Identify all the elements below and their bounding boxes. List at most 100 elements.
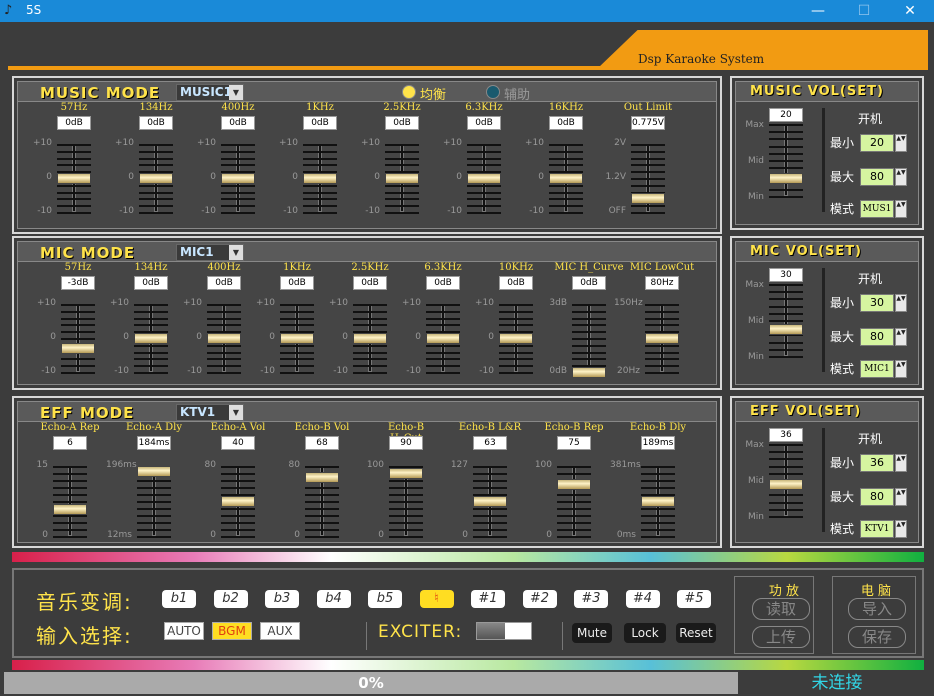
min-stepper[interactable]: 30 ▲▼	[860, 294, 908, 312]
fader-thumb[interactable]	[221, 173, 255, 184]
mode-stepper[interactable]: KTV1 ▲▼	[860, 520, 908, 538]
amp-read-button[interactable]: 读取	[752, 598, 810, 620]
input-select-button[interactable]: AUX	[260, 622, 300, 640]
fader-thumb[interactable]	[473, 496, 507, 507]
vol-fader-thumb[interactable]	[769, 173, 803, 184]
max-stepper[interactable]: 80 ▲▼	[860, 488, 908, 506]
maximize-button[interactable]: ☐	[844, 0, 884, 22]
stepper-arrows-icon[interactable]: ▲▼	[895, 294, 907, 312]
mode-stepper[interactable]: MUS1 ▲▼	[860, 200, 908, 218]
fader-thumb[interactable]	[353, 333, 387, 344]
fader-thumb[interactable]	[645, 333, 679, 344]
channel-value[interactable]: 0dB	[549, 116, 583, 130]
key-shift-button[interactable]: #5	[677, 590, 711, 608]
fader-thumb[interactable]	[549, 173, 583, 184]
channel-value[interactable]: 0dB	[207, 276, 241, 290]
key-shift-button[interactable]: ♮	[419, 590, 454, 608]
channel-value[interactable]: 40	[221, 436, 255, 450]
key-shift-button[interactable]: b4	[316, 590, 351, 608]
mode-value[interactable]: MIC1	[860, 360, 894, 378]
channel-value[interactable]: 0dB	[353, 276, 387, 290]
channel-value[interactable]: 184ms	[137, 436, 171, 450]
fader-thumb[interactable]	[57, 173, 91, 184]
channel-value[interactable]: 0.775V	[631, 116, 665, 130]
fader-thumb[interactable]	[61, 343, 95, 355]
fader-thumb[interactable]	[499, 333, 533, 344]
channel-value[interactable]: 0dB	[280, 276, 314, 290]
channel-value[interactable]: 189ms	[641, 436, 675, 450]
fader-thumb[interactable]	[572, 367, 606, 378]
stepper-arrows-icon[interactable]: ▲▼	[895, 454, 907, 472]
channel-value[interactable]: 75	[557, 436, 591, 450]
channel-value[interactable]: 0dB	[572, 276, 606, 290]
fader-thumb[interactable]	[305, 471, 339, 483]
vol-value[interactable]: 36	[769, 428, 803, 442]
vol-fader-thumb[interactable]	[769, 324, 803, 336]
mode-stepper[interactable]: MIC1 ▲▼	[860, 360, 908, 378]
fader-thumb[interactable]	[53, 504, 87, 516]
max-value[interactable]: 80	[860, 168, 894, 186]
channel-value[interactable]: 68	[305, 436, 339, 450]
reset-button[interactable]: Reset	[676, 623, 716, 643]
channel-value[interactable]: 0dB	[139, 116, 173, 130]
pc-import-button[interactable]: 导入	[848, 598, 906, 620]
fader-thumb[interactable]	[389, 468, 423, 479]
channel-value[interactable]: 63	[473, 436, 507, 450]
fader-thumb[interactable]	[631, 193, 665, 205]
radio-eq[interactable]	[402, 85, 416, 99]
vol-value[interactable]: 20	[769, 108, 803, 122]
stepper-arrows-icon[interactable]: ▲▼	[895, 520, 907, 538]
key-shift-button[interactable]: #1	[471, 590, 505, 608]
min-value[interactable]: 36	[860, 454, 894, 472]
stepper-arrows-icon[interactable]: ▲▼	[895, 168, 907, 186]
mode-value[interactable]: MUS1	[860, 200, 894, 218]
key-shift-button[interactable]: b2	[213, 590, 248, 608]
fader-thumb[interactable]	[303, 173, 337, 184]
max-stepper[interactable]: 80 ▲▼	[860, 328, 908, 346]
min-stepper[interactable]: 20 ▲▼	[860, 134, 908, 152]
key-shift-button[interactable]: #3	[574, 590, 608, 608]
stepper-arrows-icon[interactable]: ▲▼	[895, 134, 907, 152]
key-shift-button[interactable]: b3	[265, 590, 299, 608]
input-select-button[interactable]: BGM	[212, 622, 252, 640]
fader-thumb[interactable]	[207, 333, 241, 344]
mode-value[interactable]: KTV1	[860, 520, 894, 538]
stepper-arrows-icon[interactable]: ▲▼	[895, 488, 907, 506]
max-value[interactable]: 80	[860, 488, 894, 506]
key-shift-button[interactable]: #4	[625, 590, 660, 608]
channel-value[interactable]: 0dB	[467, 116, 501, 130]
channel-value[interactable]: 0dB	[57, 116, 91, 130]
fader-thumb[interactable]	[280, 333, 314, 344]
key-shift-button[interactable]: #2	[522, 590, 557, 608]
channel-value[interactable]: 0dB	[499, 276, 533, 290]
pc-save-button[interactable]: 保存	[848, 626, 906, 648]
min-value[interactable]: 20	[860, 134, 894, 152]
mute-button[interactable]: Mute	[572, 623, 612, 643]
min-value[interactable]: 30	[860, 294, 894, 312]
exciter-toggle[interactable]	[476, 622, 532, 640]
stepper-arrows-icon[interactable]: ▲▼	[895, 328, 907, 346]
amp-upload-button[interactable]: 上传	[752, 626, 810, 648]
channel-value[interactable]: 0dB	[426, 276, 460, 290]
max-stepper[interactable]: 80 ▲▼	[860, 168, 908, 186]
fader-thumb[interactable]	[221, 496, 255, 507]
vol-fader-thumb[interactable]	[769, 478, 803, 490]
channel-value[interactable]: 80Hz	[645, 276, 679, 290]
vol-value[interactable]: 30	[769, 268, 803, 282]
key-shift-button[interactable]: b5	[368, 590, 402, 608]
fader-thumb[interactable]	[426, 333, 460, 344]
fader-thumb[interactable]	[139, 173, 173, 184]
input-select-button[interactable]: AUTO	[164, 622, 204, 640]
channel-value[interactable]: -3dB	[61, 276, 95, 290]
fader-thumb[interactable]	[137, 465, 171, 477]
radio-aux[interactable]	[486, 85, 500, 99]
channel-value[interactable]: 0dB	[385, 116, 419, 130]
lock-button[interactable]: Lock	[624, 623, 666, 643]
music-preset-select[interactable]: MUSIC1 ▼	[176, 84, 244, 101]
fader-thumb[interactable]	[557, 478, 591, 490]
stepper-arrows-icon[interactable]: ▲▼	[895, 360, 907, 378]
fader-thumb[interactable]	[385, 173, 419, 184]
stepper-arrows-icon[interactable]: ▲▼	[895, 200, 907, 218]
channel-value[interactable]: 0dB	[134, 276, 168, 290]
channel-value[interactable]: 90	[389, 436, 423, 450]
